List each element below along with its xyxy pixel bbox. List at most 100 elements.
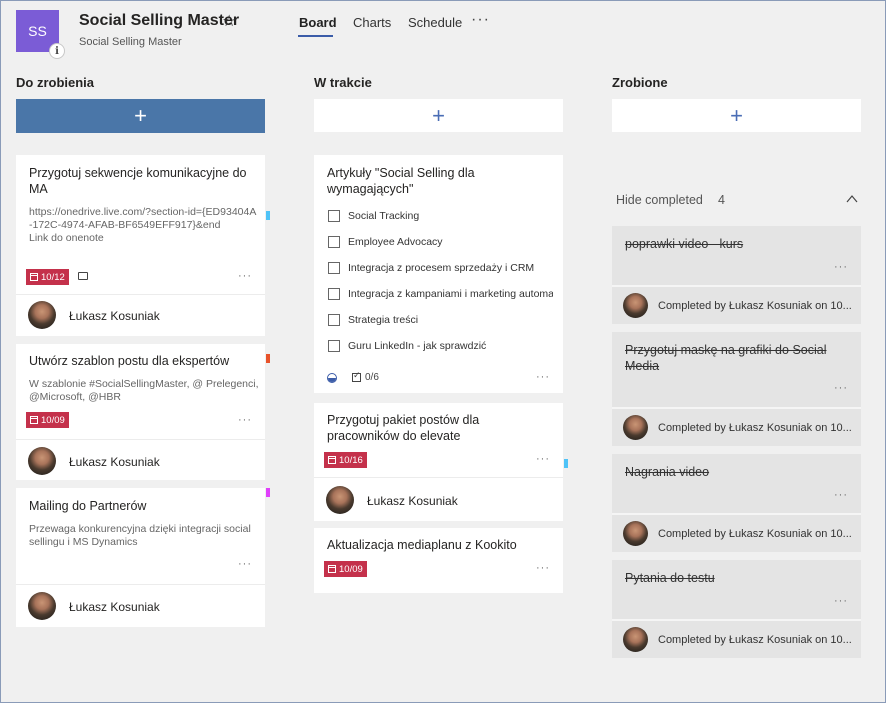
more-horizontal-icon[interactable]: ···: [834, 595, 848, 607]
add-task-button-todo[interactable]: +: [16, 99, 265, 133]
checklist-item[interactable]: Guru LinkedIn - jak sprawdzić: [328, 340, 553, 352]
task-card[interactable]: Utwórz szablon postu dla ekspertów W sza…: [16, 344, 270, 480]
due-date-text: 10/09: [41, 414, 65, 426]
task-description: https://onedrive.live.com/?section-id={E…: [29, 206, 257, 244]
checklist-item-label: Guru LinkedIn - jak sprawdzić: [348, 340, 487, 352]
column-title-todo[interactable]: Do zrobienia: [16, 75, 94, 90]
task-title: Nagrania video: [625, 465, 710, 479]
task-title: Przygotuj pakiet postów dla pracowników …: [327, 413, 480, 443]
completed-by-text: Completed by Łukasz Kosuniak on 10...: [658, 528, 852, 540]
completed-count: 4: [718, 193, 725, 207]
star-outline-icon[interactable]: ☆: [222, 11, 236, 31]
task-title: Mailing do Partnerów: [29, 499, 147, 513]
task-card[interactable]: Aktualizacja mediaplanu z Kookito 10/09 …: [314, 528, 563, 593]
card-divider: [16, 584, 265, 585]
checklist-item[interactable]: Integracja z procesem sprzedaży i CRM: [328, 262, 553, 274]
checklist-count: 0/6: [352, 370, 379, 383]
checklist-icon: [352, 370, 361, 382]
more-horizontal-icon[interactable]: ···: [536, 453, 550, 465]
checkbox[interactable]: [328, 262, 340, 274]
checklist-item-label: Social Tracking: [348, 210, 420, 222]
task-card[interactable]: Artykuły "Social Selling dla wymagającyc…: [314, 155, 563, 393]
task-title: Przygotuj maskę na grafiki do Social Med…: [625, 343, 827, 373]
checkbox[interactable]: [328, 210, 340, 222]
avatar[interactable]: [28, 592, 56, 620]
avatar[interactable]: [326, 486, 354, 514]
hide-completed-toggle[interactable]: Hide completed: [616, 193, 703, 207]
label-color-tab: [266, 211, 270, 220]
avatar[interactable]: [623, 293, 648, 318]
tab-charts[interactable]: Charts: [353, 15, 391, 30]
progress-half-icon[interactable]: [327, 373, 337, 383]
plan-avatar-initials: SS: [28, 23, 47, 39]
completed-task-card[interactable]: Pytania do testu ··· Completed by Łukasz…: [612, 560, 861, 658]
task-card[interactable]: Przygotuj sekwencje komunikacyjne do MA …: [16, 155, 270, 336]
plan-title: Social Selling Master: [79, 12, 240, 29]
checkbox[interactable]: [328, 236, 340, 248]
checklist-item[interactable]: Strategia treści: [328, 314, 553, 326]
calendar-icon: [30, 416, 38, 424]
more-horizontal-icon[interactable]: ···: [536, 371, 550, 383]
card-divider: [612, 407, 861, 409]
comment-icon: [78, 272, 88, 280]
info-icon[interactable]: i: [49, 43, 65, 59]
chevron-up-icon[interactable]: [846, 193, 858, 205]
avatar[interactable]: [28, 447, 56, 475]
avatar[interactable]: [28, 301, 56, 329]
due-date-text: 10/09: [339, 563, 363, 575]
assignee-name: Łukasz Kosuniak: [69, 309, 160, 323]
more-horizontal-icon[interactable]: ···: [471, 11, 490, 29]
tab-schedule[interactable]: Schedule: [408, 15, 462, 30]
checkbox[interactable]: [328, 314, 340, 326]
card-divider: [612, 513, 861, 515]
checklist-item[interactable]: Integracja z kampaniami i marketing auto…: [328, 288, 553, 300]
column-title-inprogress[interactable]: W trakcie: [314, 75, 372, 90]
task-title: Przygotuj sekwencje komunikacyjne do MA: [29, 166, 247, 196]
card-divider: [612, 619, 861, 621]
more-horizontal-icon[interactable]: ···: [238, 558, 252, 570]
checklist-item-label: Employee Advocacy: [348, 236, 443, 248]
add-task-button-done[interactable]: +: [612, 99, 861, 132]
more-horizontal-icon[interactable]: ···: [238, 270, 252, 282]
task-title: Pytania do testu: [625, 571, 715, 585]
task-card[interactable]: Mailing do Partnerów Przewaga konkurency…: [16, 488, 270, 627]
due-date-badge: 10/12: [26, 269, 69, 285]
checklist-count-text: 0/6: [365, 372, 379, 383]
active-tab-indicator: [298, 35, 333, 37]
task-title: Aktualizacja mediaplanu z Kookito: [327, 538, 517, 552]
due-date-badge: 10/09: [324, 561, 367, 577]
plan-header: SS i Social Selling Master ☆ Social Sell…: [1, 1, 885, 65]
more-horizontal-icon[interactable]: ···: [834, 489, 848, 501]
more-horizontal-icon[interactable]: ···: [834, 261, 848, 273]
checklist-item[interactable]: Employee Advocacy: [328, 236, 553, 248]
completed-task-card[interactable]: Nagrania video ··· Completed by Łukasz K…: [612, 454, 861, 552]
more-horizontal-icon[interactable]: ···: [238, 414, 252, 426]
avatar[interactable]: [623, 415, 648, 440]
task-title: Artykuły "Social Selling dla wymagającyc…: [327, 166, 475, 196]
tab-board[interactable]: Board: [299, 15, 337, 30]
checkbox[interactable]: [328, 288, 340, 300]
due-date-badge: 10/09: [26, 412, 69, 428]
plan-subtitle[interactable]: Social Selling Master: [79, 36, 182, 48]
completed-by-text: Completed by Łukasz Kosuniak on 10...: [658, 422, 852, 434]
due-date-badge: 10/16: [324, 452, 367, 468]
assignee-name: Łukasz Kosuniak: [69, 455, 160, 469]
card-divider: [16, 439, 265, 440]
completed-task-card[interactable]: Przygotuj maskę na grafiki do Social Med…: [612, 332, 861, 446]
more-horizontal-icon[interactable]: ···: [834, 382, 848, 394]
label-color-tab: [564, 459, 568, 468]
avatar[interactable]: [623, 627, 648, 652]
completed-task-card[interactable]: poprawki video - kurs ··· Completed by Ł…: [612, 226, 861, 324]
more-horizontal-icon[interactable]: ···: [536, 562, 550, 574]
task-title: poprawki video - kurs: [625, 237, 744, 251]
checklist-item-label: Strategia treści: [348, 314, 419, 326]
due-date-text: 10/12: [41, 271, 65, 283]
checklist-item-label: Integracja z kampaniami i marketing auto…: [348, 288, 553, 300]
task-description: W szablonie #SocialSellingMaster, @ Prel…: [29, 378, 259, 403]
checklist-item[interactable]: Social Tracking: [328, 210, 553, 222]
checkbox[interactable]: [328, 340, 340, 352]
avatar[interactable]: [623, 521, 648, 546]
task-card[interactable]: Przygotuj pakiet postów dla pracowników …: [314, 403, 568, 521]
column-title-done[interactable]: Zrobione: [612, 75, 668, 90]
add-task-button-inprogress[interactable]: +: [314, 99, 563, 132]
